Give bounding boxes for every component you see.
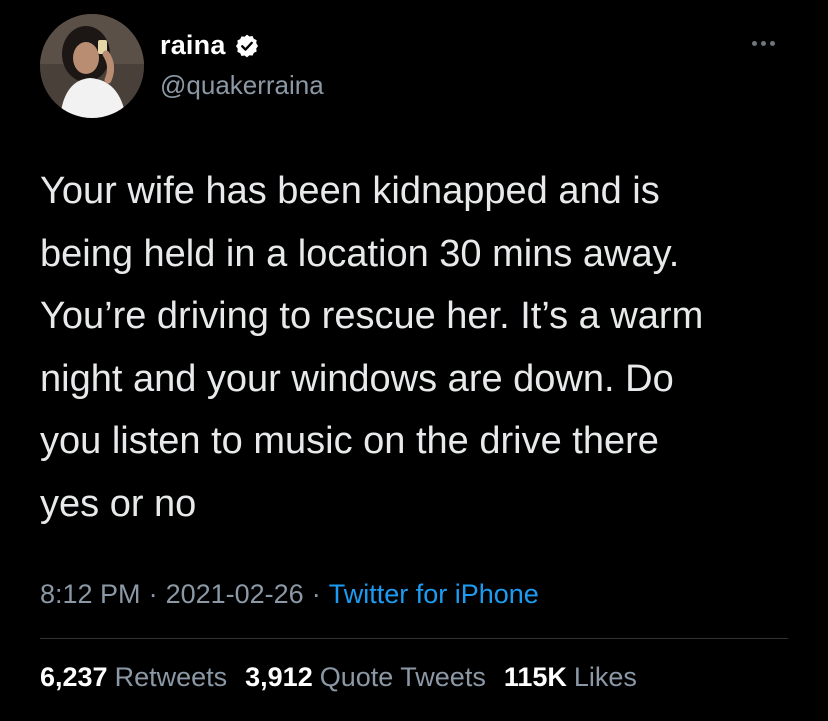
meta-separator: · (148, 579, 158, 609)
avatar[interactable] (40, 14, 144, 118)
likes-stat[interactable]: 115K Likes (504, 662, 637, 693)
tweet-date[interactable]: 2021-02-26 (166, 579, 304, 610)
quote-tweets-count: 3,912 (245, 662, 313, 692)
tweet-source-link[interactable]: Twitter for iPhone (329, 579, 539, 610)
author-display-name[interactable]: raina (160, 30, 226, 61)
retweets-count: 6,237 (40, 662, 108, 692)
tweet-meta: 8:12 PM · 2021-02-26 · Twitter for iPhon… (40, 579, 539, 610)
divider (40, 638, 788, 639)
avatar-image (40, 14, 144, 118)
verified-badge-icon (234, 33, 260, 59)
quote-tweets-stat[interactable]: 3,912 Quote Tweets (245, 662, 486, 693)
more-horizontal-icon[interactable] (752, 36, 782, 50)
meta-separator: · (311, 579, 321, 609)
likes-label: Likes (573, 662, 637, 692)
likes-count: 115K (503, 662, 567, 692)
retweets-stat[interactable]: 6,237 Retweets (40, 662, 227, 693)
tweet-card: raina @quakerraina Your wife has been ki… (0, 0, 828, 721)
tweet-stats: 6,237 Retweets 3,912 Quote Tweets 115K L… (40, 662, 655, 693)
author-handle[interactable]: @quakerraina (160, 70, 324, 101)
quote-tweets-label: Quote Tweets (319, 662, 486, 692)
retweets-label: Retweets (114, 662, 228, 692)
author-name-row[interactable]: raina (160, 30, 260, 61)
tweet-time[interactable]: 8:12 PM (40, 579, 141, 610)
tweet-text: Your wife has been kidnapped and is bein… (40, 170, 704, 525)
